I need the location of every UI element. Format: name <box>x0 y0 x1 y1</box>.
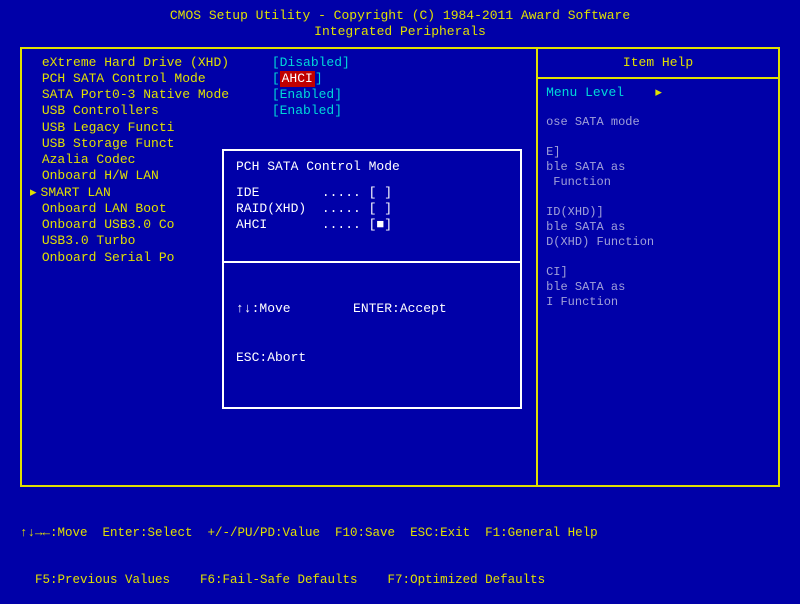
setting-value[interactable]: Disabled <box>280 55 342 71</box>
popup-title: PCH SATA Control Mode <box>236 159 508 175</box>
setting-row[interactable]: SATA Port0-3 Native Mode[Enabled] <box>30 87 528 103</box>
help-title: Item Help <box>546 55 770 71</box>
popup-hint-abort: ESC:Abort <box>236 350 508 366</box>
setting-label: SATA Port0-3 Native Mode <box>42 87 272 103</box>
popup-option[interactable]: AHCI ..... [■] <box>236 217 508 233</box>
setting-label: PCH SATA Control Mode <box>42 71 272 87</box>
help-body: ose SATA mode E] ble SATA as Function ID… <box>546 115 770 310</box>
popup-option-list: IDE ..... [ ]RAID(XHD) ..... [ ]AHCI ...… <box>236 185 508 261</box>
setting-row[interactable]: PCH SATA Control Mode[AHCI] <box>30 71 528 87</box>
cursor-icon <box>30 152 38 168</box>
cursor-icon <box>30 136 38 152</box>
main-panel: eXtreme Hard Drive (XHD)[Disabled] PCH S… <box>20 47 780 487</box>
cursor-icon <box>30 233 38 249</box>
setting-label: USB Legacy Functi <box>42 120 272 136</box>
popup-option[interactable]: RAID(XHD) ..... [ ] <box>236 201 508 217</box>
cursor-icon: ▸ <box>30 185 37 201</box>
header-line2: Integrated Peripherals <box>20 24 780 40</box>
cursor-icon <box>30 250 38 266</box>
menu-level-indicator-icon: ▸ <box>655 85 662 100</box>
cursor-icon <box>30 71 38 87</box>
cursor-icon <box>30 120 38 136</box>
cursor-icon <box>30 103 38 119</box>
sata-mode-popup[interactable]: PCH SATA Control Mode IDE ..... [ ]RAID(… <box>222 149 522 409</box>
help-divider <box>538 77 778 79</box>
cursor-icon <box>30 87 38 103</box>
cursor-icon <box>30 217 38 233</box>
menu-level-label: Menu Level <box>546 85 624 100</box>
setting-label: eXtreme Hard Drive (XHD) <box>42 55 272 71</box>
popup-footer: ↑↓:Move ENTER:Accept ESC:Abort <box>224 261 520 399</box>
header-line1: CMOS Setup Utility - Copyright (C) 1984-… <box>20 8 780 24</box>
setting-label: USB Controllers <box>42 103 272 119</box>
setting-value[interactable]: Enabled <box>280 87 335 103</box>
popup-option[interactable]: IDE ..... [ ] <box>236 185 508 201</box>
setting-row[interactable]: USB Legacy Functi <box>30 120 528 136</box>
setting-row[interactable]: USB Controllers[Enabled] <box>30 103 528 119</box>
cursor-icon <box>30 55 38 71</box>
bios-header: CMOS Setup Utility - Copyright (C) 1984-… <box>20 8 780 41</box>
menu-level-row: Menu Level ▸ <box>546 85 770 101</box>
help-pane: Item Help Menu Level ▸ ose SATA mode E] … <box>536 49 778 485</box>
setting-row[interactable]: eXtreme Hard Drive (XHD)[Disabled] <box>30 55 528 71</box>
setting-value[interactable]: Enabled <box>280 103 335 119</box>
key-legend-line2: F5:Previous Values F6:Fail-Safe Defaults… <box>20 573 780 589</box>
popup-hint-move-accept: ↑↓:Move ENTER:Accept <box>236 301 508 317</box>
cursor-icon <box>30 201 38 217</box>
key-legend-line1: ↑↓→←:Move Enter:Select +/-/PU/PD:Value F… <box>20 526 780 542</box>
cursor-icon <box>30 168 38 184</box>
setting-value[interactable]: AHCI <box>280 71 315 87</box>
key-legend: ↑↓→←:Move Enter:Select +/-/PU/PD:Value F… <box>20 495 780 604</box>
